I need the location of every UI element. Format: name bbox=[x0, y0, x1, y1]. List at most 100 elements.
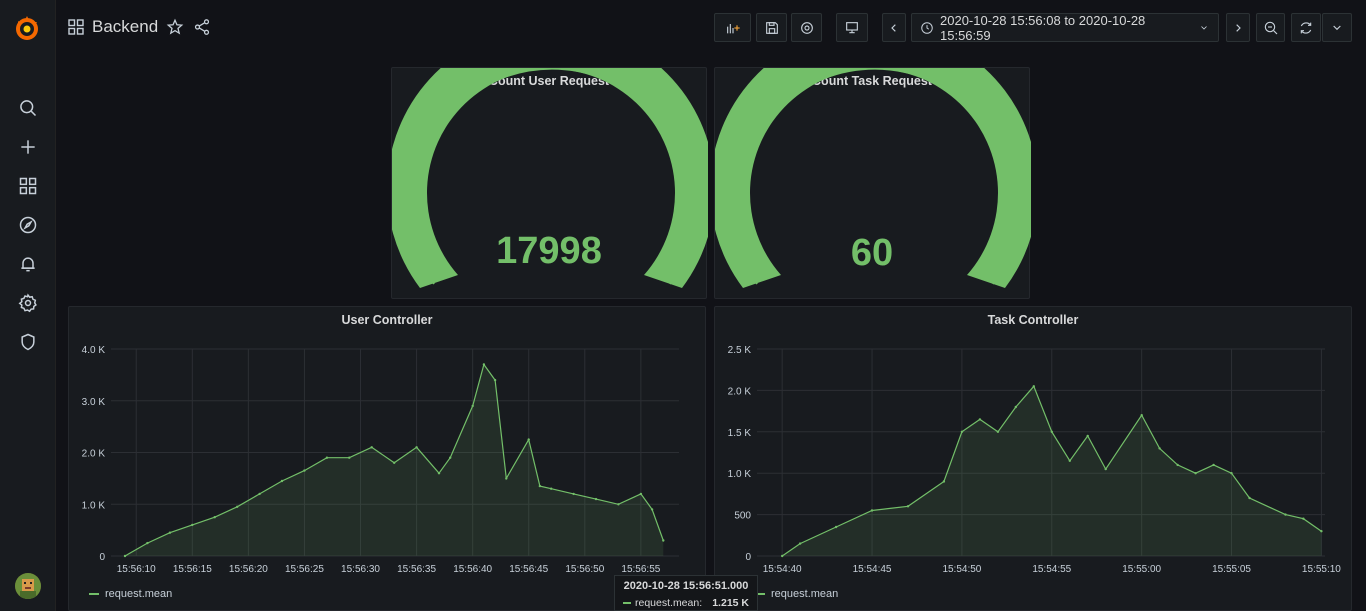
zoom-out-button[interactable] bbox=[1256, 13, 1285, 42]
tooltip-value: 1.215 K bbox=[712, 597, 749, 609]
data-point bbox=[527, 438, 530, 441]
data-point bbox=[1104, 467, 1107, 471]
refresh-button[interactable] bbox=[1291, 13, 1321, 42]
save-dashboard-button[interactable] bbox=[756, 13, 787, 42]
time-range-picker[interactable]: 2020-10-28 15:56:08 to 2020-10-28 15:56:… bbox=[911, 12, 1219, 43]
series-area bbox=[125, 364, 664, 556]
dashboard-settings-button[interactable] bbox=[791, 13, 822, 42]
plus-icon[interactable] bbox=[14, 133, 42, 161]
data-point bbox=[662, 539, 665, 542]
x-tick-label: 15:56:10 bbox=[117, 564, 156, 575]
panel-user-controller[interactable]: User Controller 0 1.0 K 2.0 K 3.0 K 4.0 K 15:… bbox=[68, 306, 706, 611]
share-icon[interactable] bbox=[193, 18, 211, 36]
data-point bbox=[639, 492, 643, 496]
data-point bbox=[437, 472, 441, 475]
data-point bbox=[493, 378, 497, 382]
legend-swatch bbox=[89, 593, 99, 595]
graph-tooltip: 2020-10-28 15:56:51.000 request.mean: 1.… bbox=[614, 575, 758, 611]
search-icon[interactable] bbox=[14, 94, 42, 122]
grafana-logo[interactable] bbox=[12, 13, 42, 43]
time-shift-forward-button[interactable] bbox=[1226, 13, 1250, 42]
data-point bbox=[1014, 405, 1017, 409]
sidebar bbox=[0, 0, 56, 611]
refresh-interval-picker[interactable] bbox=[1322, 13, 1352, 42]
clock-icon bbox=[921, 21, 933, 34]
data-point bbox=[146, 541, 149, 545]
data-point bbox=[870, 509, 874, 512]
data-point bbox=[572, 492, 575, 496]
y-tick-label: 4.0 K bbox=[82, 345, 106, 356]
y-tick-label: 1.5 K bbox=[728, 428, 752, 439]
time-shift-back-button[interactable] bbox=[882, 13, 906, 42]
settings-icon bbox=[800, 21, 813, 34]
y-tick-label: 0 bbox=[99, 552, 105, 563]
data-point bbox=[996, 430, 1000, 433]
dashboard-navbar: Backend 2020-10-28 15:56:08 to 2020-10-2… bbox=[56, 0, 1366, 56]
avatar[interactable] bbox=[15, 573, 41, 599]
panel-count-task-request[interactable]: Count Task Request 60 bbox=[714, 67, 1031, 299]
alerting-icon[interactable] bbox=[14, 250, 42, 278]
data-point bbox=[1302, 517, 1305, 520]
data-point bbox=[1050, 430, 1053, 433]
data-point bbox=[213, 516, 216, 519]
legend[interactable]: request.mean bbox=[89, 588, 172, 600]
time-range-label: 2020-10-28 15:56:08 to 2020-10-28 15:56:… bbox=[940, 12, 1146, 43]
tooltip-series: request.mean: bbox=[623, 597, 702, 609]
data-point bbox=[505, 477, 508, 480]
data-point bbox=[1086, 434, 1089, 438]
legend[interactable]: request.mean bbox=[755, 588, 838, 600]
x-tick-label: 15:55:05 bbox=[1212, 564, 1251, 575]
configuration-icon[interactable] bbox=[14, 289, 42, 317]
x-tick-label: 15:56:55 bbox=[621, 564, 660, 575]
x-tick-label: 15:54:40 bbox=[763, 564, 802, 575]
chevron-left-icon bbox=[891, 23, 896, 32]
y-tick-label: 2.5 K bbox=[728, 345, 752, 356]
x-tick-label: 15:56:30 bbox=[341, 564, 380, 575]
add-panel-icon bbox=[726, 23, 740, 33]
zoom-out-icon bbox=[1264, 21, 1277, 34]
data-point bbox=[1140, 414, 1143, 417]
legend-label: request.mean bbox=[771, 588, 839, 600]
user-controller-chart[interactable]: 0 1.0 K 2.0 K 3.0 K 4.0 K 15:56:10 15:56:15 15:… bbox=[69, 307, 707, 611]
y-tick-label: 1.0 K bbox=[728, 469, 752, 480]
y-tick-label: 0 bbox=[745, 552, 751, 563]
dashboard-grid-icon bbox=[68, 19, 84, 35]
data-point bbox=[1068, 459, 1071, 462]
legend-label: request.mean bbox=[105, 588, 173, 600]
chevron-down-icon bbox=[1201, 25, 1207, 30]
x-tick-label: 15:56:40 bbox=[453, 564, 492, 575]
add-panel-button[interactable] bbox=[714, 13, 751, 42]
shield-icon[interactable] bbox=[14, 328, 42, 356]
save-icon bbox=[765, 21, 778, 34]
x-tick-label: 15:54:50 bbox=[942, 564, 981, 575]
panel-count-user-request[interactable]: Count User Request 17998 bbox=[391, 67, 708, 299]
x-tick-label: 15:56:20 bbox=[229, 564, 268, 575]
gauge-value: 60 bbox=[850, 232, 894, 274]
chevron-down-icon bbox=[1333, 25, 1341, 30]
data-point bbox=[617, 503, 620, 506]
star-icon[interactable] bbox=[166, 18, 184, 36]
data-point bbox=[393, 461, 396, 464]
data-point bbox=[370, 446, 373, 449]
dashboards-icon[interactable] bbox=[14, 172, 42, 200]
task-controller-chart[interactable]: 0 500 1.0 K 1.5 K 2.0 K 2.5 K 15:54:40 15:54:45… bbox=[715, 307, 1353, 611]
y-tick-label: 2.0 K bbox=[728, 386, 752, 397]
x-tick-label: 15:56:35 bbox=[397, 564, 436, 575]
data-point bbox=[471, 404, 474, 408]
data-point bbox=[1284, 513, 1287, 516]
data-point bbox=[123, 554, 127, 558]
x-tick-label: 15:56:25 bbox=[285, 564, 324, 575]
explore-icon[interactable] bbox=[14, 211, 42, 239]
x-tick-label: 15:56:15 bbox=[173, 564, 212, 575]
x-tick-label: 15:55:10 bbox=[1302, 564, 1341, 575]
data-point bbox=[1176, 463, 1179, 467]
gauge-value: 17998 bbox=[496, 230, 602, 272]
dashboard-title[interactable]: Backend bbox=[92, 17, 158, 37]
y-tick-label: 3.0 K bbox=[82, 397, 106, 408]
x-tick-label: 15:56:45 bbox=[509, 564, 548, 575]
data-point bbox=[303, 469, 306, 472]
data-point bbox=[482, 363, 486, 366]
tv-mode-button[interactable] bbox=[836, 13, 868, 42]
data-point bbox=[1212, 463, 1215, 467]
panel-task-controller[interactable]: Task Controller 0 500 1.0 K 1.5 K 2.0 K 2.5 K… bbox=[714, 306, 1352, 611]
